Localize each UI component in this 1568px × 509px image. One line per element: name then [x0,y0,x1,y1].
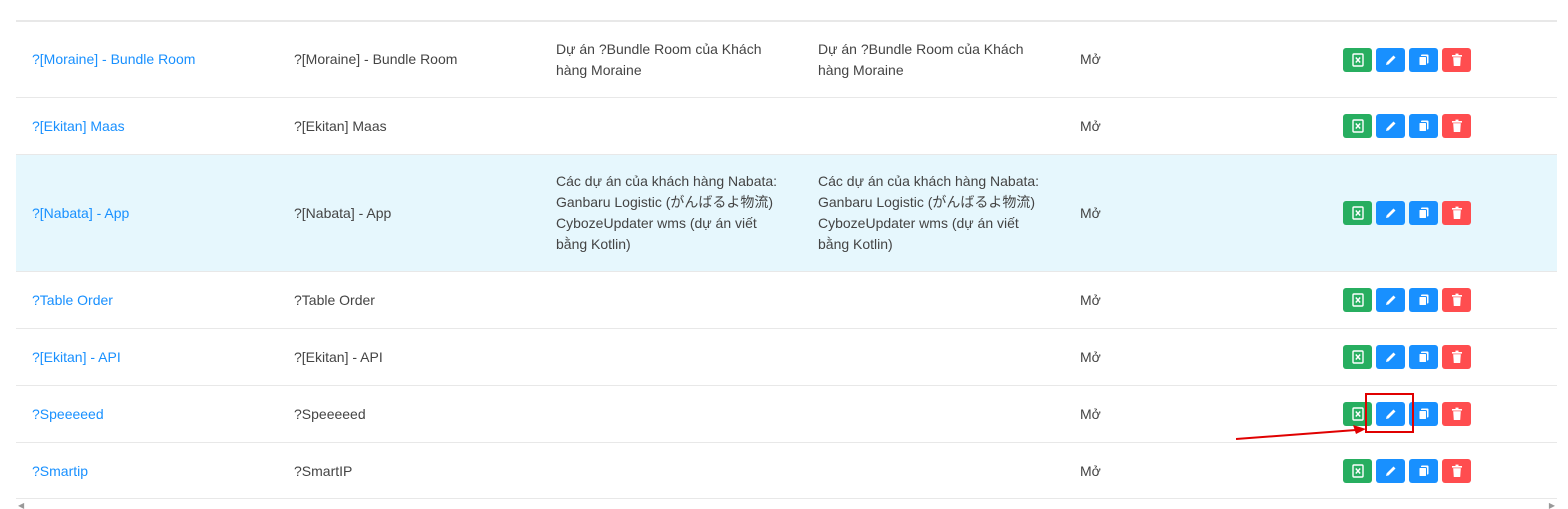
row-actions [1326,47,1557,72]
excel-icon [1351,52,1364,67]
trash-icon [1451,407,1462,420]
edit-button[interactable] [1376,114,1405,138]
project-status: Mở [1080,291,1101,308]
project-status: Mở [1080,462,1101,479]
project-name-link[interactable]: ?[Ekitan] - API [32,349,121,365]
edit-button[interactable] [1376,288,1405,312]
delete-button[interactable] [1442,288,1471,312]
pencil-icon [1385,352,1395,362]
copy-button[interactable] [1409,201,1438,225]
project-note: Dự án ?Bundle Room của Khách hàng Morain… [818,40,1024,78]
project-description: Dự án ?Bundle Room của Khách hàng Morain… [556,40,762,78]
scroll-right-arrow-icon[interactable]: ▶ [1549,501,1555,509]
project-name-link[interactable]: ?[Ekitan] Maas [32,118,125,134]
annotation-highlight-box [1365,393,1414,433]
horizontal-scrollbar[interactable]: ◀ ▶ [16,498,1557,509]
project-status: Mở [1080,51,1101,67]
pencil-icon [1385,121,1395,131]
table-row: ?[Ekitan] Maas ?[Ekitan] Maas Mở [16,97,1557,154]
copy-icon [1418,120,1428,132]
trash-icon [1451,53,1462,66]
project-code: ?[Nabata] - App [294,204,392,221]
table-row: ?Smartip ?SmartIP Mở [16,442,1557,499]
trash-icon [1451,119,1462,132]
project-code: ?SmartIP [294,462,353,479]
annotation-arrow-icon [1236,425,1366,440]
delete-button[interactable] [1442,114,1471,138]
pencil-icon [1385,208,1395,218]
delete-button[interactable] [1442,459,1471,483]
table-row: ?[Moraine] - Bundle Room ?[Moraine] - Bu… [16,21,1557,97]
row-actions [1326,288,1557,312]
project-note: Các dự án của khách hàng Nabata: Ganbaru… [818,173,1040,252]
project-code: ?[Moraine] - Bundle Room [294,51,458,67]
export-excel-button[interactable] [1343,201,1372,225]
edit-button[interactable] [1376,201,1405,225]
trash-icon [1451,206,1462,219]
project-name-link[interactable]: ?Speeeeed [32,406,104,422]
export-excel-button[interactable] [1343,459,1372,483]
project-name-link[interactable]: ?[Moraine] - Bundle Room [32,51,195,67]
copy-button[interactable] [1409,47,1438,72]
excel-icon [1351,350,1364,364]
trash-icon [1451,350,1462,363]
copy-icon [1418,294,1428,306]
excel-icon [1351,407,1364,421]
delete-button[interactable] [1442,345,1471,369]
project-code: ?[Ekitan] Maas [294,117,387,134]
trash-icon [1451,293,1462,306]
pencil-icon [1385,295,1395,305]
edit-button[interactable] [1376,459,1405,483]
edit-button[interactable] [1376,345,1405,369]
project-status: Mở [1080,204,1101,221]
delete-button[interactable] [1442,201,1471,225]
excel-icon [1351,464,1364,478]
row-actions [1326,201,1557,225]
copy-icon [1418,465,1428,477]
project-code: ?Table Order [294,291,375,308]
copy-button[interactable] [1409,288,1438,312]
edit-button[interactable] [1376,47,1405,72]
table-row: ?[Nabata] - App ?[Nabata] - App Các dự á… [16,154,1557,271]
project-name-link[interactable]: ?Smartip [32,463,88,479]
project-status: Mở [1080,348,1101,365]
project-code: ?[Ekitan] - API [294,348,383,365]
export-excel-button[interactable] [1343,47,1372,72]
delete-button[interactable] [1442,402,1471,426]
copy-icon [1418,408,1428,420]
pencil-icon [1385,466,1395,476]
export-excel-button[interactable] [1343,288,1372,312]
export-excel-button[interactable] [1343,345,1372,369]
copy-icon [1418,54,1428,66]
project-status: Mở [1080,117,1101,134]
project-name-link[interactable]: ?Table Order [32,292,113,308]
row-actions [1326,459,1557,483]
table-row: ?Table Order ?Table Order Mở [16,271,1557,328]
project-description: Các dự án của khách hàng Nabata: Ganbaru… [556,173,778,252]
export-excel-button[interactable] [1343,114,1372,138]
row-actions [1326,345,1557,369]
excel-icon [1351,206,1364,220]
excel-icon [1351,293,1364,307]
row-actions [1326,114,1557,138]
project-name-link[interactable]: ?[Nabata] - App [32,205,129,221]
table-row: ?[Ekitan] - API ?[Ekitan] - API Mở [16,328,1557,385]
scroll-left-arrow-icon[interactable]: ◀ [18,501,24,509]
excel-icon [1351,119,1364,133]
trash-icon [1451,464,1462,477]
copy-button[interactable] [1409,459,1438,483]
copy-icon [1418,351,1428,363]
copy-icon [1418,207,1428,219]
copy-button[interactable] [1409,345,1438,369]
project-code: ?Speeeeed [294,405,366,422]
pencil-icon [1385,55,1395,65]
copy-button[interactable] [1409,114,1438,138]
delete-button[interactable] [1442,47,1471,72]
